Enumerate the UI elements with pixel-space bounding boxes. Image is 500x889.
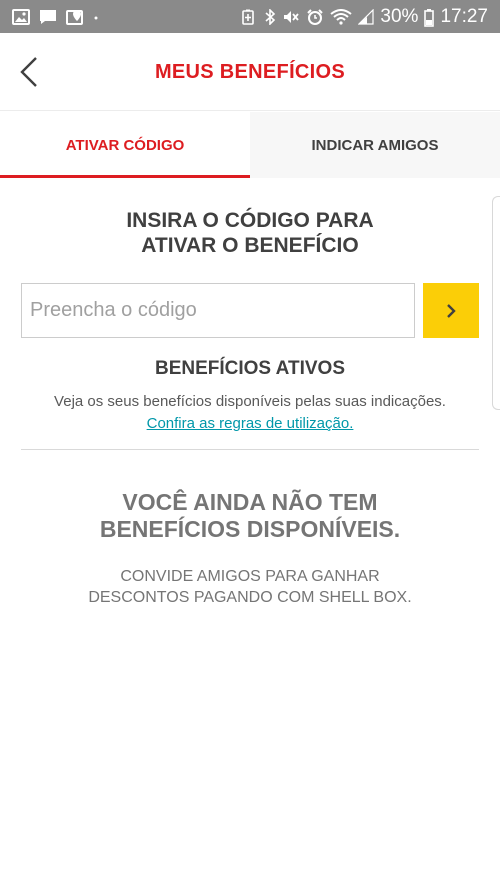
- chat-icon: [39, 9, 57, 25]
- empty-state-subtitle: CONVIDE AMIGOS PARA GANHAR DESCONTOS PAG…: [0, 566, 500, 608]
- battery-saver-icon: [240, 9, 258, 25]
- status-bar: 30% 17:27: [0, 0, 500, 33]
- alarm-icon: [306, 8, 324, 25]
- rules-link[interactable]: Confira as regras de utilização.: [147, 415, 354, 432]
- active-benefits-description: Veja os seus benefícios disponíveis pela…: [54, 393, 446, 410]
- empty-state-title-line2: BENEFÍCIOS DISPONÍVEIS.: [99, 516, 401, 542]
- empty-state-title: VOCÊ AINDA NÃO TEM BENEFÍCIOS DISPONÍVEI…: [0, 489, 500, 543]
- app-header: MEUS BENEFÍCIOS: [0, 33, 500, 111]
- battery-percent: 30%: [380, 5, 419, 27]
- active-benefits-heading: BENEFÍCIOS ATIVOS: [154, 358, 346, 379]
- signal-icon: [357, 8, 375, 25]
- battery-icon: [424, 8, 435, 27]
- activate-code-heading: INSIRA O CÓDIGO PARA ATIVAR O BENEFÍCIO: [0, 208, 500, 258]
- submit-code-button[interactable]: [423, 283, 479, 338]
- empty-state-subtitle-line1: CONVIDE AMIGOS PARA GANHAR: [120, 568, 380, 585]
- maps-icon: [66, 9, 84, 25]
- tab-activate-code[interactable]: ATIVAR CÓDIGO: [0, 112, 250, 178]
- empty-state-title-line1: VOCÊ AINDA NÃO TEM: [122, 489, 378, 515]
- activate-code-heading-line2: ATIVAR O BENEFÍCIO: [141, 234, 359, 257]
- status-left-icons: [12, 8, 99, 25]
- tab-bar: ATIVAR CÓDIGO INDICAR AMIGOS: [0, 112, 500, 178]
- page-title: MEUS BENEFÍCIOS: [154, 61, 346, 83]
- empty-state-subtitle-line2: DESCONTOS PAGANDO COM SHELL BOX.: [88, 589, 412, 606]
- code-input[interactable]: [21, 283, 415, 338]
- clock: 17:27: [440, 5, 488, 27]
- rules-link-row: Confira as regras de utilização.: [0, 415, 500, 432]
- chevron-right-icon: [447, 303, 456, 318]
- tab-refer-friends[interactable]: INDICAR AMIGOS: [250, 112, 500, 178]
- wifi-icon: [330, 8, 353, 25]
- dot-icon: [93, 9, 99, 25]
- activate-code-heading-line1: INSIRA O CÓDIGO PARA: [126, 209, 374, 232]
- mute-icon: [282, 9, 300, 25]
- gallery-icon: [12, 8, 30, 25]
- status-right-icons: 30% 17:27: [240, 6, 488, 28]
- bluetooth-icon: [264, 7, 276, 26]
- divider: [21, 449, 479, 450]
